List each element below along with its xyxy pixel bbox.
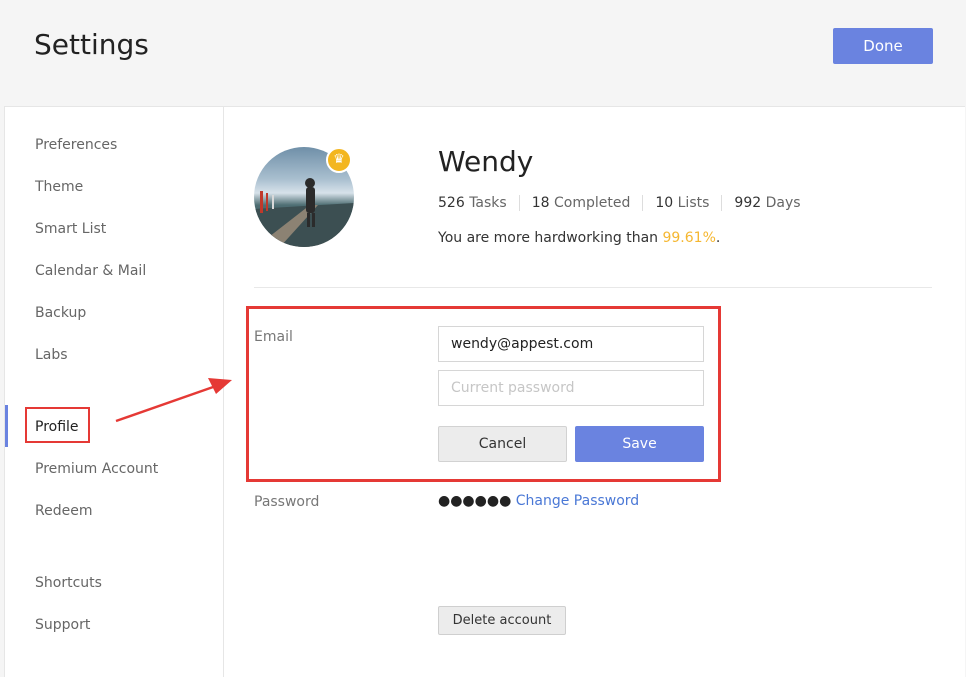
annotation-arrow-icon: [115, 378, 232, 423]
